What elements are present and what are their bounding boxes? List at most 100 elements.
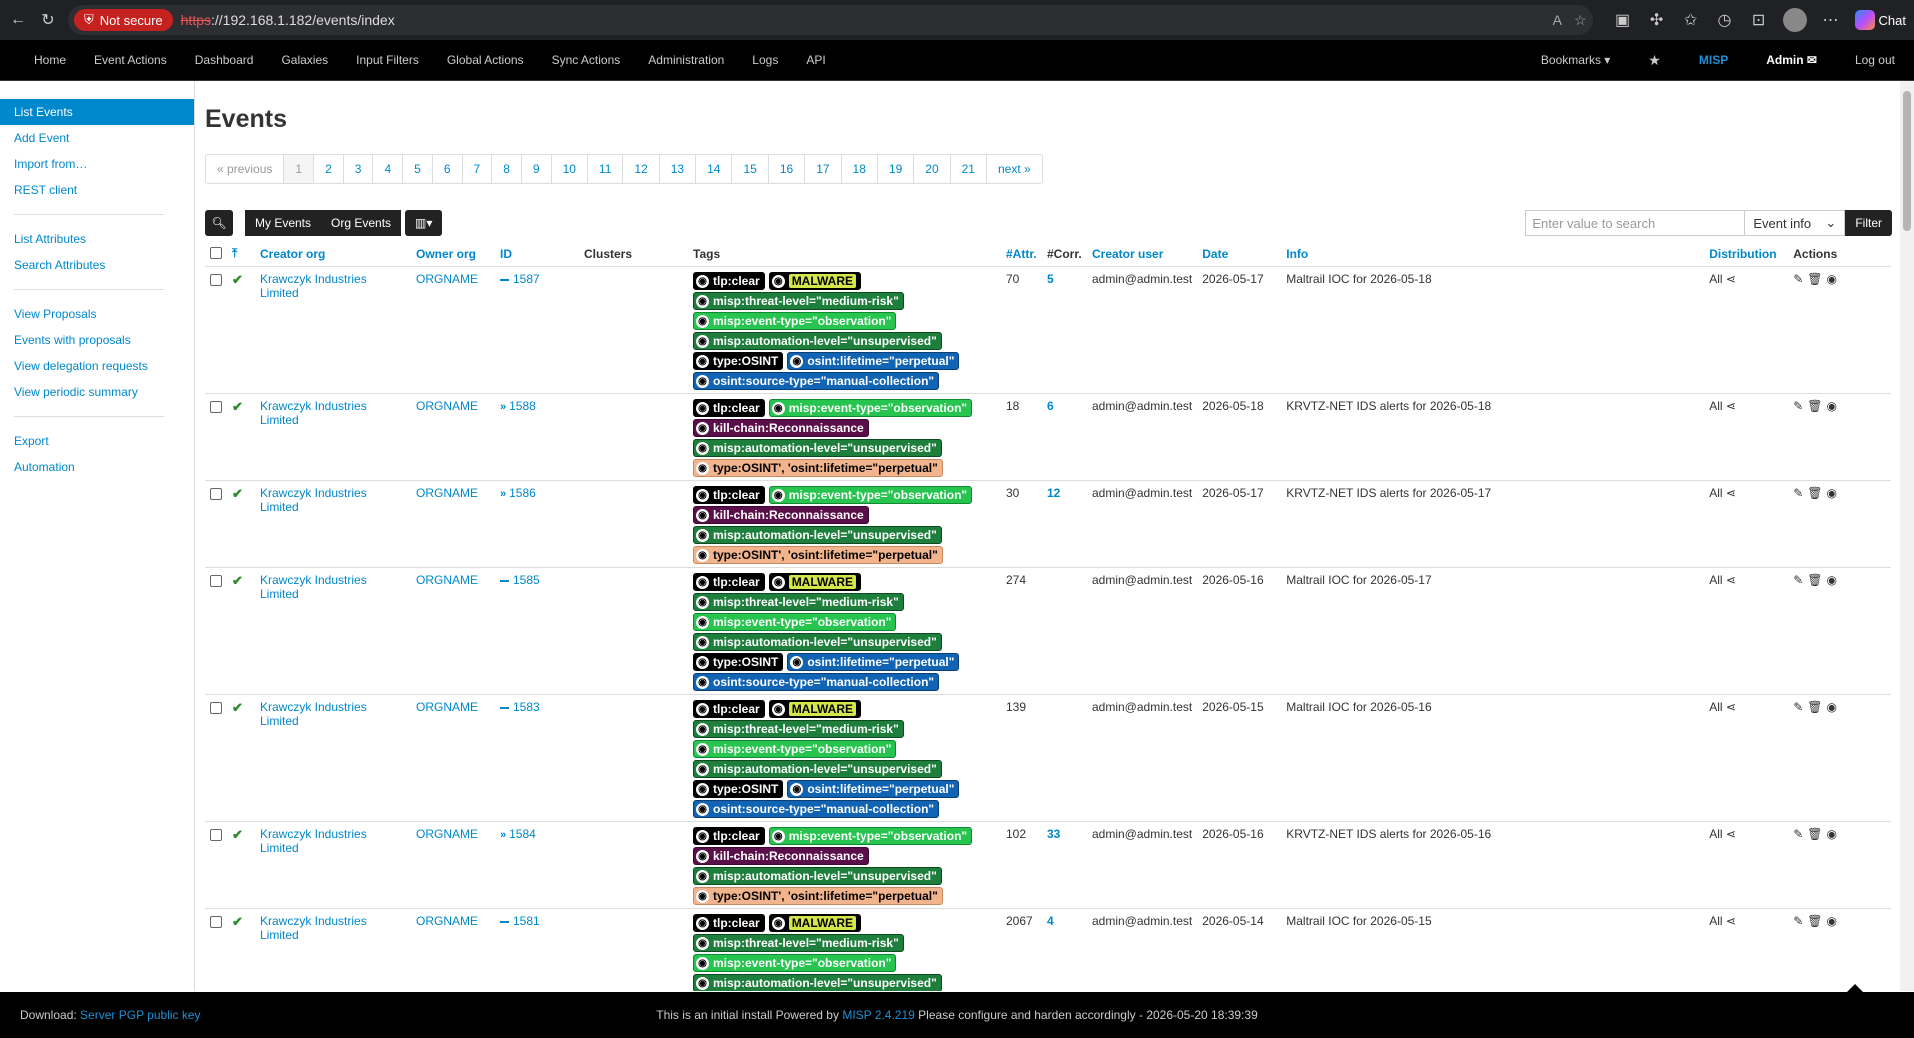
attr-sort-link[interactable]: #Attr. [1006,247,1037,261]
history-icon[interactable]: ◷ [1715,10,1735,30]
tag[interactable]: ◉ misp:event-type="observation" [693,740,897,758]
tag[interactable]: ◉ MALWARE [768,272,862,290]
not-secure-badge[interactable]: ⛨ Not secure [74,9,173,31]
table-row[interactable]: ✔ Krawczyk Industries Limited ORGNAME 1583 ◉… [205,694,1891,822]
creator-org-link[interactable]: Krawczyk Industries Limited [260,827,367,855]
sidebar-item-import-from[interactable]: Import from… [0,151,194,177]
pagination-page[interactable]: 14 [696,155,733,183]
tag[interactable]: ◉ misp:automation-level="unsupervised" [693,332,942,350]
corr-count-link[interactable]: 33 [1047,827,1060,841]
event-id-link[interactable]: 1588 [509,399,536,413]
tag[interactable]: ◉ tlp:clear [693,399,765,417]
corr-count-link[interactable]: 4 [1047,914,1054,928]
tag[interactable]: ◉ tlp:clear [693,700,765,718]
pagination-page[interactable]: 19 [878,155,915,183]
row-checkbox[interactable] [210,702,222,714]
nav-item-input-filters[interactable]: Input Filters [342,53,433,67]
tag[interactable]: ◉ kill-chain:Reconnaissance [693,419,869,437]
tag[interactable]: ◉ type:OSINT [693,352,784,370]
sidebar-item-list-events[interactable]: List Events [0,99,194,125]
tag[interactable]: ◉ misp:event-type="observation" [693,954,897,972]
col-creator-org[interactable]: Creator org [255,241,411,267]
pagination-page[interactable]: 4 [373,155,404,183]
tag[interactable]: ◉ osint:source-type="manual-collection" [693,372,940,390]
event-id-link[interactable]: 1581 [513,914,540,928]
nav-item-event-actions[interactable]: Event Actions [80,53,181,67]
edit-icon[interactable]: ✎ [1793,700,1803,714]
sidebar-item-view-delegation-requests[interactable]: View delegation requests [0,353,194,379]
scroll-top-arrow-icon[interactable] [1843,984,1867,996]
tag[interactable]: ◉ type:OSINT [693,780,784,798]
pagination-page[interactable]: 17 [805,155,842,183]
view-icon[interactable]: ◉ [1827,399,1837,413]
pagination-page[interactable]: 3 [344,155,374,183]
owner-org-link[interactable]: ORGNAME [416,486,478,500]
edit-icon[interactable]: ✎ [1793,399,1803,413]
col-date[interactable]: Date [1197,241,1282,267]
col-attr[interactable]: #Attr. [1001,241,1042,267]
nav-item-api[interactable]: API [792,53,839,67]
tag[interactable]: ◉ misp:threat-level="medium-risk" [693,593,904,611]
published-header[interactable]: ⤒ [227,241,255,267]
row-checkbox[interactable] [210,488,222,500]
tag[interactable]: ◉ misp:event-type="observation" [768,827,973,845]
sidebar-item-view-periodic-summary[interactable]: View periodic summary [0,379,194,405]
pagination-page[interactable]: 10 [552,155,588,183]
address-bar[interactable]: ⛨ Not secure https://192.168.1.182/events… [68,5,1593,35]
row-checkbox[interactable] [210,916,222,928]
pagination-page[interactable]: 15 [732,155,769,183]
scrollbar-thumb[interactable] [1903,91,1911,231]
row-checkbox[interactable] [210,274,222,286]
search-field-select[interactable]: Event info ⌄ [1745,210,1846,236]
event-id-link[interactable]: 1586 [509,486,536,500]
edit-icon[interactable]: ✎ [1793,827,1803,841]
tag[interactable]: ◉ osint:lifetime="perpetual" [787,780,960,798]
col-distribution[interactable]: Distribution [1704,241,1789,267]
event-id-link[interactable]: 1584 [509,827,536,841]
pagination-page[interactable]: 21 [951,155,987,183]
owner-org-link[interactable]: ORGNAME [416,827,478,841]
tag[interactable]: ◉ misp:automation-level="unsupervised" [693,439,942,457]
pagination-previous[interactable]: « previous [206,155,285,183]
tag[interactable]: ◉ misp:automation-level="unsupervised" [693,526,942,544]
pagination-page[interactable]: 16 [769,155,806,183]
nav-item-sync-actions[interactable]: Sync Actions [538,53,635,67]
my-events-button[interactable]: My Events [245,210,322,236]
tag[interactable]: ◉ tlp:clear [693,914,765,932]
event-id-link[interactable]: 1585 [513,573,540,587]
sidebar-item-add-event[interactable]: Add Event [0,125,194,151]
tag[interactable]: ◉ misp:automation-level="unsupervised" [693,867,942,885]
pagination-page[interactable]: 1 [284,155,315,183]
nav-item-logs[interactable]: Logs [738,53,792,67]
search-input[interactable]: Enter value to search [1525,210,1746,236]
row-checkbox[interactable] [210,829,222,841]
tag[interactable]: ◉ misp:event-type="observation" [768,399,973,417]
tag[interactable]: ◉ misp:automation-level="unsupervised" [693,974,942,991]
nav-item-global-actions[interactable]: Global Actions [433,53,538,67]
pagination-page[interactable]: 12 [623,155,660,183]
search-toggle-button[interactable]: 🔍︎ [205,210,233,236]
delete-icon[interactable]: 🗑︎ [1807,399,1822,413]
creator-user-sort-link[interactable]: Creator user [1092,247,1163,261]
creator-org-link[interactable]: Krawczyk Industries Limited [260,914,367,942]
user-menu[interactable]: Admin ✉ [1747,53,1836,67]
tag[interactable]: ◉ misp:threat-level="medium-risk" [693,934,904,952]
distribution-sort-link[interactable]: Distribution [1709,247,1776,261]
edit-icon[interactable]: ✎ [1793,573,1803,587]
view-icon[interactable]: ◉ [1827,914,1837,928]
sidebar-item-rest-client[interactable]: REST client [0,177,194,203]
owner-org-link[interactable]: ORGNAME [416,700,478,714]
delete-icon[interactable]: 🗑︎ [1807,700,1822,714]
sidebar-item-list-attributes[interactable]: List Attributes [0,226,194,252]
tag[interactable]: ◉ misp:event-type="observation" [768,486,973,504]
row-checkbox[interactable] [210,575,222,587]
id-sort-link[interactable]: ID [500,247,512,261]
edit-icon[interactable]: ✎ [1793,914,1803,928]
favorites-icon[interactable]: ✩ [1681,10,1701,30]
edit-icon[interactable]: ✎ [1793,486,1803,500]
owner-org-sort-link[interactable]: Owner org [416,247,476,261]
misp-version-link[interactable]: MISP 2.4.219 [842,1008,915,1022]
pagination-next[interactable]: next » [987,155,1042,183]
extension-icon[interactable]: ▣ [1613,10,1633,30]
read-aloud-icon[interactable]: A [1553,12,1562,29]
